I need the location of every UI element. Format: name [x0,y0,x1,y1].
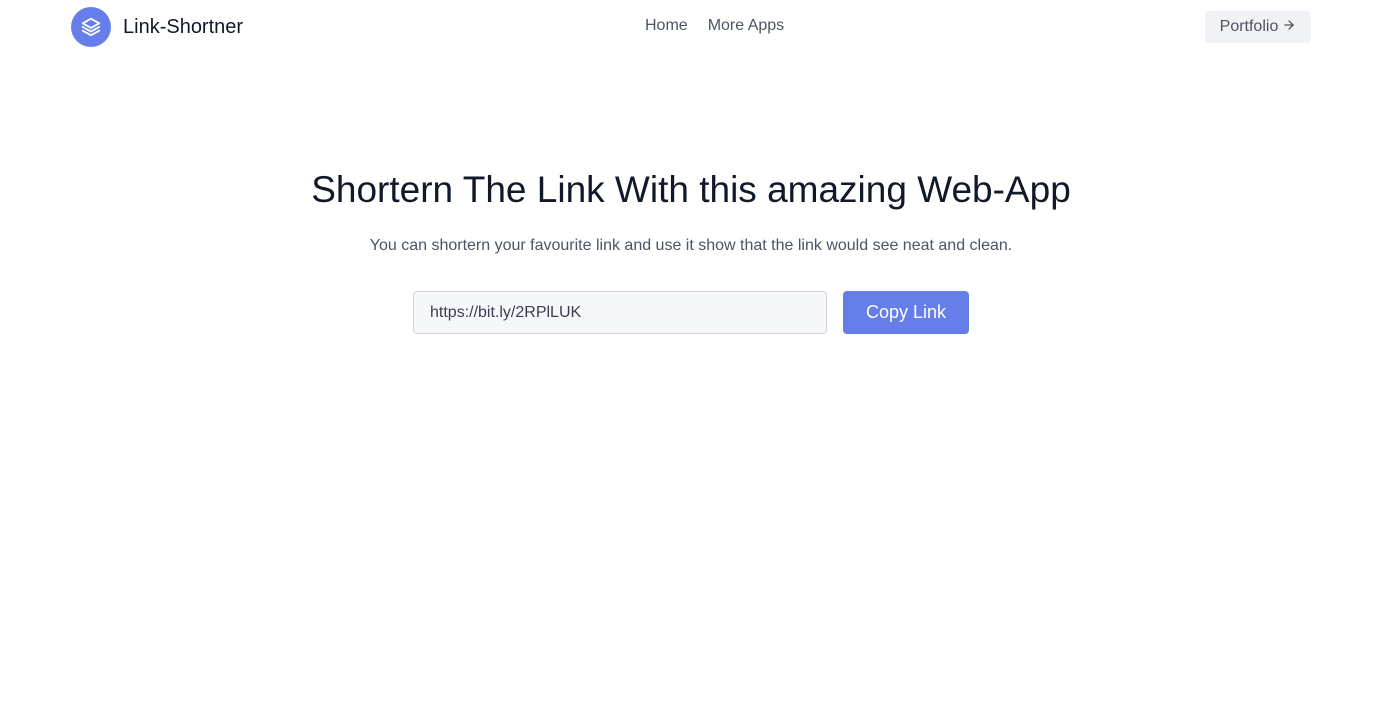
portfolio-button-label: Portfolio [1219,18,1279,35]
site-header: Link-Shortner Home More Apps Portfolio [0,0,1390,56]
hero-subtitle: You can shortern your favourite link and… [369,237,1013,254]
portfolio-button[interactable]: Portfolio [1205,11,1311,43]
main-nav: Home More Apps [645,17,784,35]
copy-link-button[interactable]: Copy Link [843,291,969,334]
brand-name: Link-Shortner [123,15,244,38]
stack-layers-icon [71,7,111,47]
arrow-right-icon [1282,18,1296,37]
hero-title: Shortern The Link With this amazing Web-… [311,169,1071,210]
nav-link-more-apps[interactable]: More Apps [708,17,784,35]
brand-link[interactable]: Link-Shortner [71,7,243,47]
nav-link-home[interactable]: Home [645,17,688,35]
short-link-input[interactable] [413,291,827,334]
